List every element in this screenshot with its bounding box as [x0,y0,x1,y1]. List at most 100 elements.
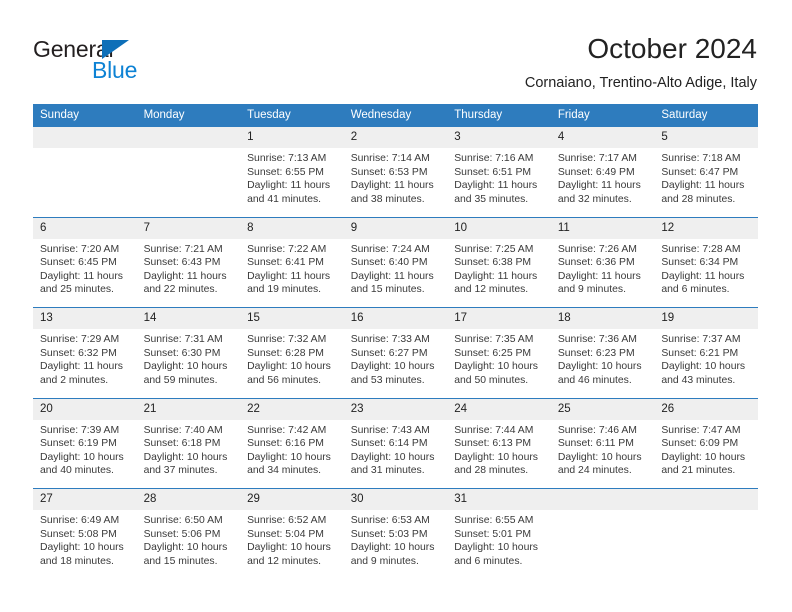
calendar-day-cell[interactable]: 26 Sunrise: 7:47 AM Sunset: 6:09 PM Dayligh… [654,397,758,489]
calendar-day-cell[interactable]: 19 Sunrise: 7:37 AM Sunset: 6:21 PM Dayligh… [654,307,758,398]
calendar-day-cell[interactable]: 27 Sunrise: 6:49 AM Sunset: 5:08 PM Dayligh… [33,488,137,579]
sunrise-text: Sunrise: 6:55 AM [454,515,534,526]
calendar-day-cell[interactable]: 4 Sunrise: 7:17 AM Sunset: 6:49 PM Daylight… [550,126,655,217]
calendar-day-cell[interactable]: 31 Sunrise: 6:55 AM Sunset: 5:01 PM Dayligh… [447,488,551,579]
calendar-day-cell[interactable]: 2 Sunrise: 7:14 AM Sunset: 6:53 PM Daylight… [343,126,448,217]
calendar-day-cell[interactable]: 24 Sunrise: 7:44 AM Sunset: 6:13 PM Dayligh… [447,397,551,489]
day-sun-info: Sunrise: 7:22 AM Sunset: 6:41 PM Daylight:… [240,239,344,297]
daylight-text-line2: and 37 minutes. [143,465,218,477]
calendar-body: 1 Sunrise: 7:13 AM Sunset: 6:55 PM Daylight… [33,126,758,579]
day-number: 30 [343,489,448,510]
calendar-day-cell[interactable]: 10 Sunrise: 7:25 AM Sunset: 6:38 PM Dayligh… [447,216,551,308]
day-sun-info: Sunrise: 7:16 AM Sunset: 6:51 PM Daylight:… [447,148,551,206]
daylight-text-line1: Daylight: 10 hours [454,361,538,373]
day-sun-info: Sunrise: 7:46 AM Sunset: 6:11 PM Daylight:… [551,420,655,478]
weekday-header-sunday: Sunday [33,104,137,127]
day-number: 19 [654,308,758,329]
daylight-text-line2: and 31 minutes. [350,465,425,477]
calendar-day-cell[interactable]: 22 Sunrise: 7:42 AM Sunset: 6:16 PM Dayligh… [240,397,344,489]
day-sun-info: Sunrise: 7:43 AM Sunset: 6:14 PM Daylight:… [344,420,448,478]
day-sun-info: Sunrise: 7:20 AM Sunset: 6:45 PM Daylight:… [33,239,137,297]
sunset-text: Sunset: 5:03 PM [350,528,428,540]
daylight-text-line1: Daylight: 10 hours [247,542,331,554]
calendar-day-cell[interactable]: 1 Sunrise: 7:13 AM Sunset: 6:55 PM Daylight… [240,126,344,217]
daylight-text-line1: Daylight: 10 hours [557,361,642,373]
calendar-page: General Blue October 2024 Cornaiano, Tre… [0,0,792,612]
daylight-text-line1: Daylight: 11 hours [661,180,745,192]
generalblue-logo[interactable]: General Blue [33,36,233,88]
day-sun-info: Sunrise: 7:28 AM Sunset: 6:34 PM Daylight:… [654,239,758,297]
calendar-day-cell[interactable]: 12 Sunrise: 7:28 AM Sunset: 6:34 PM Dayligh… [654,216,758,308]
sunset-text: Sunset: 6:28 PM [247,347,324,359]
daylight-text-line2: and 25 minutes. [40,284,114,296]
calendar-cell-empty [654,488,758,579]
daylight-text-line2: and 50 minutes. [454,374,529,386]
daylight-text-line1: Daylight: 10 hours [350,361,435,373]
daylight-text-line2: and 35 minutes. [454,193,529,205]
daylight-text-line2: and 41 minutes. [247,193,322,205]
calendar-day-cell[interactable]: 25 Sunrise: 7:46 AM Sunset: 6:11 PM Dayligh… [550,397,655,489]
sunset-text: Sunset: 6:43 PM [143,257,221,269]
calendar-day-cell[interactable]: 18 Sunrise: 7:36 AM Sunset: 6:23 PM Dayligh… [550,307,655,398]
sunrise-text: Sunrise: 6:53 AM [350,515,430,526]
day-sun-info: Sunrise: 7:14 AM Sunset: 6:53 PM Daylight:… [344,148,448,206]
weekday-header-wednesday: Wednesday [343,104,448,127]
daylight-text-line1: Daylight: 10 hours [661,451,746,463]
daylight-text-line2: and 24 minutes. [557,465,632,477]
calendar-day-cell[interactable]: 23 Sunrise: 7:43 AM Sunset: 6:14 PM Dayligh… [343,397,448,489]
daylight-text-line1: Daylight: 10 hours [557,451,642,463]
sunset-text: Sunset: 6:11 PM [557,438,634,450]
title-block: October 2024 Cornaiano, Trentino-Alto Ad… [525,32,757,92]
calendar-day-cell[interactable]: 5 Sunrise: 7:18 AM Sunset: 6:47 PM Daylight… [654,126,758,217]
calendar-day-cell[interactable]: 16 Sunrise: 7:33 AM Sunset: 6:27 PM Dayligh… [343,307,448,398]
day-sun-info: Sunrise: 7:31 AM Sunset: 6:30 PM Daylight:… [137,329,241,387]
calendar-day-cell[interactable]: 7 Sunrise: 7:21 AM Sunset: 6:43 PM Daylight… [136,216,241,308]
day-sun-info: Sunrise: 7:26 AM Sunset: 6:36 PM Daylight:… [551,239,655,297]
calendar-day-cell[interactable]: 17 Sunrise: 7:35 AM Sunset: 6:25 PM Dayligh… [447,307,551,398]
calendar-day-cell[interactable]: 30 Sunrise: 6:53 AM Sunset: 5:03 PM Dayligh… [343,488,448,579]
calendar-day-cell[interactable]: 20 Sunrise: 7:39 AM Sunset: 6:19 PM Dayligh… [33,397,137,489]
sunrise-text: Sunrise: 7:18 AM [661,153,741,164]
sunrise-text: Sunrise: 7:46 AM [557,424,637,436]
sunrise-text: Sunrise: 7:36 AM [557,334,637,345]
calendar-day-cell[interactable]: 28 Sunrise: 6:50 AM Sunset: 5:06 PM Dayligh… [136,488,241,579]
daylight-text-line2: and 38 minutes. [350,193,425,205]
day-sun-info: Sunrise: 7:24 AM Sunset: 6:40 PM Daylight:… [344,239,448,297]
sunset-text: Sunset: 6:40 PM [350,257,428,269]
calendar-day-cell[interactable]: 29 Sunrise: 6:52 AM Sunset: 5:04 PM Dayligh… [240,488,344,579]
day-sun-info: Sunrise: 6:55 AM Sunset: 5:01 PM Daylight:… [447,510,551,568]
calendar-day-cell[interactable]: 15 Sunrise: 7:32 AM Sunset: 6:28 PM Dayligh… [240,307,344,398]
daylight-text-line1: Daylight: 10 hours [247,361,331,373]
day-sun-info: Sunrise: 7:40 AM Sunset: 6:18 PM Daylight:… [137,420,241,478]
day-number: 31 [447,489,551,510]
calendar-day-cell[interactable]: 9 Sunrise: 7:24 AM Sunset: 6:40 PM Daylight… [343,216,448,308]
day-number [654,489,758,510]
calendar-day-cell[interactable]: 6 Sunrise: 7:20 AM Sunset: 6:45 PM Daylight… [33,216,137,308]
daylight-text-line1: Daylight: 11 hours [247,270,331,282]
calendar-week-row: 13 Sunrise: 7:29 AM Sunset: 6:32 PM Dayligh… [33,307,758,398]
day-sun-info: Sunrise: 6:49 AM Sunset: 5:08 PM Daylight:… [33,510,137,568]
sunset-text: Sunset: 6:16 PM [247,438,324,450]
sunset-text: Sunset: 6:27 PM [350,347,428,359]
daylight-text-line1: Daylight: 10 hours [143,451,228,463]
sunrise-text: Sunrise: 7:17 AM [557,153,637,164]
day-number: 1 [240,127,344,148]
day-sun-info: Sunrise: 7:35 AM Sunset: 6:25 PM Daylight:… [447,329,551,387]
calendar-day-cell[interactable]: 21 Sunrise: 7:40 AM Sunset: 6:18 PM Dayligh… [136,397,241,489]
calendar-day-cell[interactable]: 8 Sunrise: 7:22 AM Sunset: 6:41 PM Daylight… [240,216,344,308]
sunset-text: Sunset: 6:36 PM [557,257,635,269]
calendar-day-cell[interactable]: 14 Sunrise: 7:31 AM Sunset: 6:30 PM Dayligh… [136,307,241,398]
daylight-text-line1: Daylight: 11 hours [40,270,123,282]
calendar-day-cell[interactable]: 11 Sunrise: 7:26 AM Sunset: 6:36 PM Dayligh… [550,216,655,308]
weekday-header-thursday: Thursday [447,104,551,127]
daylight-text-line2: and 12 minutes. [454,284,529,296]
day-sun-info: Sunrise: 7:25 AM Sunset: 6:38 PM Daylight:… [447,239,551,297]
weekday-header-monday: Monday [136,104,241,127]
daylight-text-line2: and 2 minutes. [40,374,109,386]
sunset-text: Sunset: 6:41 PM [247,257,324,269]
calendar-day-cell[interactable]: 3 Sunrise: 7:16 AM Sunset: 6:51 PM Daylight… [447,126,551,217]
calendar-day-cell[interactable]: 13 Sunrise: 7:29 AM Sunset: 6:32 PM Dayligh… [33,307,137,398]
daylight-text-line1: Daylight: 10 hours [350,542,435,554]
daylight-text-line1: Daylight: 10 hours [143,542,228,554]
daylight-text-line2: and 9 minutes. [557,284,626,296]
